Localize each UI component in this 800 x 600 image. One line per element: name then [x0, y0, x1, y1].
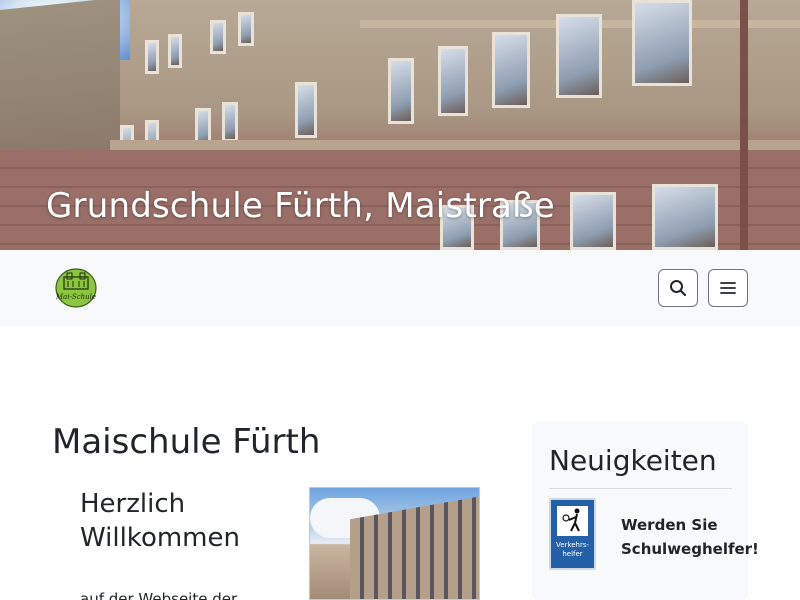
window [652, 184, 718, 250]
news-thumb-label: Verkehrs- helfer [555, 541, 590, 558]
search-icon [670, 280, 687, 297]
page-title: Maischule Fürth [52, 422, 321, 462]
cornice [110, 140, 800, 150]
window [238, 12, 254, 46]
news-item-thumbnail[interactable]: Verkehrs- helfer [549, 498, 596, 570]
school-logo-icon: Mai-Schule [55, 268, 97, 308]
school-logo[interactable]: Mai-Schule [54, 267, 98, 309]
window [438, 46, 468, 116]
divider [549, 488, 732, 489]
window [222, 102, 238, 142]
window [168, 34, 182, 68]
news-sidebar-title: Neuigkeiten [549, 444, 717, 477]
welcome-text: auf der Webseite der [80, 590, 238, 600]
window [492, 32, 530, 108]
window [295, 82, 317, 138]
window [210, 20, 226, 54]
search-button[interactable] [658, 269, 698, 307]
window [570, 192, 616, 250]
school-building-photo [309, 487, 480, 600]
drain-pipe [740, 0, 748, 250]
window [145, 40, 159, 74]
header-hero-image: Grundschule Fürth, Maistraße [0, 0, 800, 250]
welcome-heading: Herzlich Willkommen [80, 489, 240, 553]
hamburger-menu-icon [720, 282, 736, 294]
pedestrian-figure-icon [562, 508, 580, 532]
news-item-title-link[interactable]: Werden Sie Schulweghelfer! [621, 513, 759, 561]
window [556, 14, 602, 98]
logo-text: Mai-Schule [55, 293, 96, 301]
site-title[interactable]: Grundschule Fürth, Maistraße [46, 186, 555, 226]
window [632, 0, 692, 86]
menu-toggle-button[interactable] [708, 269, 748, 307]
pedestrian-sign-icon [557, 506, 588, 536]
window [388, 58, 414, 124]
